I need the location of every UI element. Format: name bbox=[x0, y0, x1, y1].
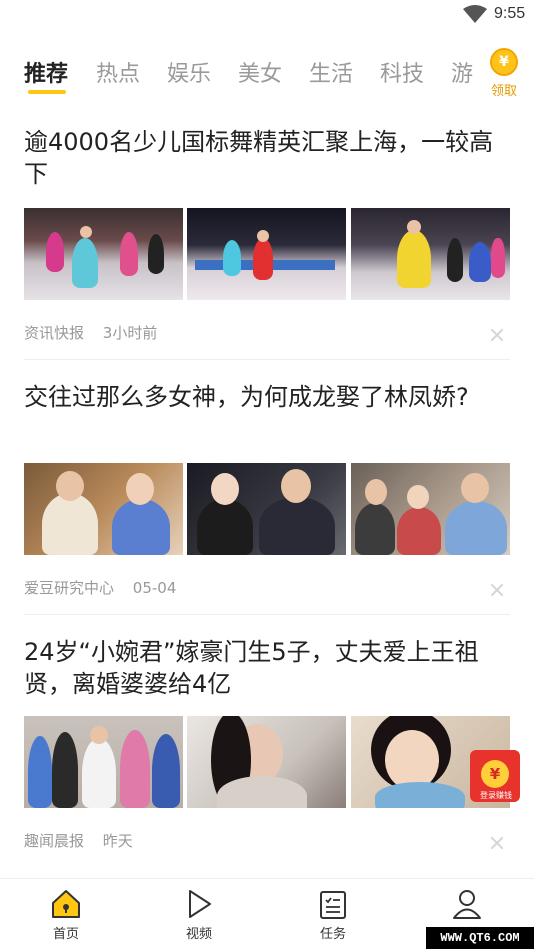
article-thumbnails bbox=[24, 208, 510, 300]
article-card[interactable]: 交往过那么多女神，为何成龙娶了林凤娇? 爱豆研究中心 05-04 bbox=[24, 381, 510, 615]
article-meta: 爱豆研究中心 05-04 bbox=[24, 577, 176, 598]
article-thumbnails bbox=[24, 463, 510, 555]
article-thumbnails bbox=[24, 716, 510, 808]
article-title: 逾4000名少儿国标舞精英汇聚上海，一较高下 bbox=[24, 128, 494, 188]
yuan-coin-icon: ¥ bbox=[490, 48, 518, 76]
site-watermark: WWW.QT6.COM bbox=[426, 927, 534, 949]
tab-life[interactable]: 生活 bbox=[309, 56, 353, 88]
tab-beauty[interactable]: 美女 bbox=[238, 56, 282, 88]
tab-tech[interactable]: 科技 bbox=[380, 56, 424, 88]
play-icon bbox=[189, 890, 211, 918]
nav-label: 首页 bbox=[52, 927, 79, 942]
thumbnail-image bbox=[187, 716, 346, 808]
status-bar: 9:55 bbox=[0, 0, 534, 30]
nav-home[interactable]: 首页 bbox=[26, 887, 106, 942]
task-list-icon bbox=[320, 891, 346, 919]
dismiss-icon[interactable] bbox=[490, 836, 504, 850]
reward-label: 领取 bbox=[490, 84, 517, 99]
thumbnail-image bbox=[351, 208, 510, 300]
article-source: 爱豆研究中心 bbox=[24, 579, 115, 597]
category-tabs: 推荐 热点 娱乐 美女 生活 科技 游 ¥ 领取 bbox=[0, 48, 534, 100]
wifi-icon bbox=[463, 5, 487, 23]
article-source: 趣闻晨报 bbox=[24, 832, 85, 850]
tab-recommend[interactable]: 推荐 bbox=[24, 56, 68, 88]
article-meta: 资讯快报 3小时前 bbox=[24, 322, 157, 343]
nav-video[interactable]: 视频 bbox=[159, 887, 239, 942]
thumbnail-image bbox=[351, 463, 510, 555]
article-meta: 趣闻晨报 昨天 bbox=[24, 830, 133, 851]
nav-label: 任务 bbox=[319, 927, 346, 942]
thumbnail-image bbox=[187, 463, 346, 555]
thumbnail-image bbox=[24, 463, 183, 555]
article-title: 24岁“小婉君”嫁豪门生5子，丈夫爱上王祖贤，离婚婆婆给4亿 bbox=[24, 638, 479, 698]
article-title: 交往过那么多女神，为何成龙娶了林凤娇? bbox=[24, 383, 469, 411]
promo-label: 登录赚钱 bbox=[480, 791, 512, 800]
user-icon bbox=[453, 890, 481, 919]
reward-button[interactable]: ¥ 领取 bbox=[486, 48, 522, 100]
article-card[interactable]: 逾4000名少儿国标舞精英汇聚上海，一较高下 资讯快报 3小时前 bbox=[24, 126, 510, 360]
thumbnail-image bbox=[187, 208, 346, 300]
divider bbox=[24, 359, 510, 360]
home-icon bbox=[52, 890, 80, 918]
divider bbox=[24, 614, 510, 615]
yuan-coin-icon: ¥ bbox=[481, 760, 509, 788]
article-source: 资讯快报 bbox=[24, 324, 85, 342]
thumbnail-image bbox=[24, 716, 183, 808]
tab-entertainment[interactable]: 娱乐 bbox=[167, 56, 211, 88]
dismiss-icon[interactable] bbox=[490, 328, 504, 342]
article-time: 05-04 bbox=[132, 579, 177, 597]
status-time: 9:55 bbox=[494, 5, 526, 22]
dismiss-icon[interactable] bbox=[490, 583, 504, 597]
article-time: 昨天 bbox=[102, 832, 133, 850]
article-card[interactable]: 24岁“小婉君”嫁豪门生5子，丈夫爱上王祖贤，离婚婆婆给4亿 趣闻晨报 昨天 bbox=[24, 636, 510, 870]
article-time: 3小时前 bbox=[102, 324, 158, 342]
login-reward-promo[interactable]: ¥ 登录赚钱 bbox=[466, 746, 528, 804]
tab-games[interactable]: 游 bbox=[451, 56, 473, 88]
nav-label: 视频 bbox=[185, 927, 212, 942]
nav-tasks[interactable]: 任务 bbox=[293, 887, 373, 942]
thumbnail-image bbox=[24, 208, 183, 300]
tab-hot[interactable]: 热点 bbox=[96, 56, 140, 88]
active-tab-indicator bbox=[28, 90, 66, 94]
